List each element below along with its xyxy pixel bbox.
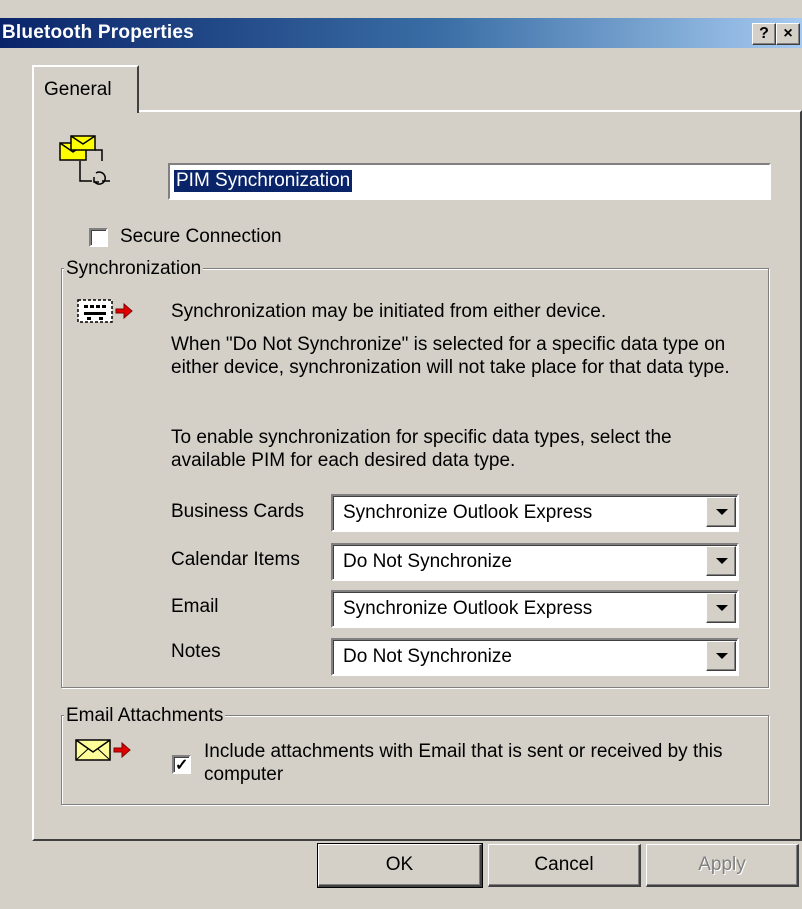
email-value: Synchronize Outlook Express [343,598,593,619]
bluetooth-properties-dialog: Bluetooth Properties ? × General PIM Syn… [0,0,802,909]
chevron-down-icon[interactable] [706,546,736,576]
sync-info-line3: To enable synchronization for specific d… [171,427,672,471]
notes-value: Do Not Synchronize [343,646,512,667]
help-icon: ? [759,25,769,42]
checkmark-icon: ✓ [175,757,189,774]
calendar-items-label: Calendar Items [171,549,300,570]
sync-info-line2: When "Do Not Synchronize" is selected fo… [171,334,730,378]
calendar-items-select[interactable]: Do Not Synchronize [331,543,739,581]
pim-sync-icon [59,135,110,185]
tab-general-label: General [44,79,112,100]
close-icon: × [783,25,793,42]
title-bar[interactable]: Bluetooth Properties ? × [0,18,802,48]
chevron-down-icon[interactable] [706,641,736,671]
email-label: Email [171,596,219,617]
notes-label: Notes [171,641,221,662]
notes-select[interactable]: Do Not Synchronize [331,638,739,676]
close-button[interactable]: × [776,23,800,45]
synchronization-legend: Synchronization [64,258,204,280]
ok-button[interactable]: OK [317,843,483,888]
business-cards-label: Business Cards [171,501,305,522]
email-select[interactable]: Synchronize Outlook Express [331,590,739,628]
window-title: Bluetooth Properties [2,22,194,43]
chevron-down-icon[interactable] [706,593,736,623]
chevron-down-icon[interactable] [706,497,736,527]
include-attachments-label: Include attachments with Email that is s… [204,741,723,785]
email-attachments-legend: Email Attachments [64,705,226,727]
include-attachments-checkbox[interactable]: ✓ [172,755,191,774]
help-button[interactable]: ? [752,23,776,45]
service-name-field[interactable]: PIM Synchronization [168,163,771,200]
tab-general[interactable]: General [32,65,139,113]
service-name-value: PIM Synchronization [174,170,353,192]
sync-device-icon [77,299,133,323]
calendar-items-value: Do Not Synchronize [343,551,512,572]
apply-button[interactable]: Apply [646,844,799,887]
business-cards-select[interactable]: Synchronize Outlook Express [331,494,739,532]
business-cards-value: Synchronize Outlook Express [343,502,593,523]
sync-info-line1: Synchronization may be initiated from ei… [171,301,607,322]
secure-connection-label: Secure Connection [120,226,282,247]
secure-connection-checkbox[interactable] [89,228,108,247]
email-envelope-icon [75,739,131,761]
cancel-button[interactable]: Cancel [488,844,641,887]
